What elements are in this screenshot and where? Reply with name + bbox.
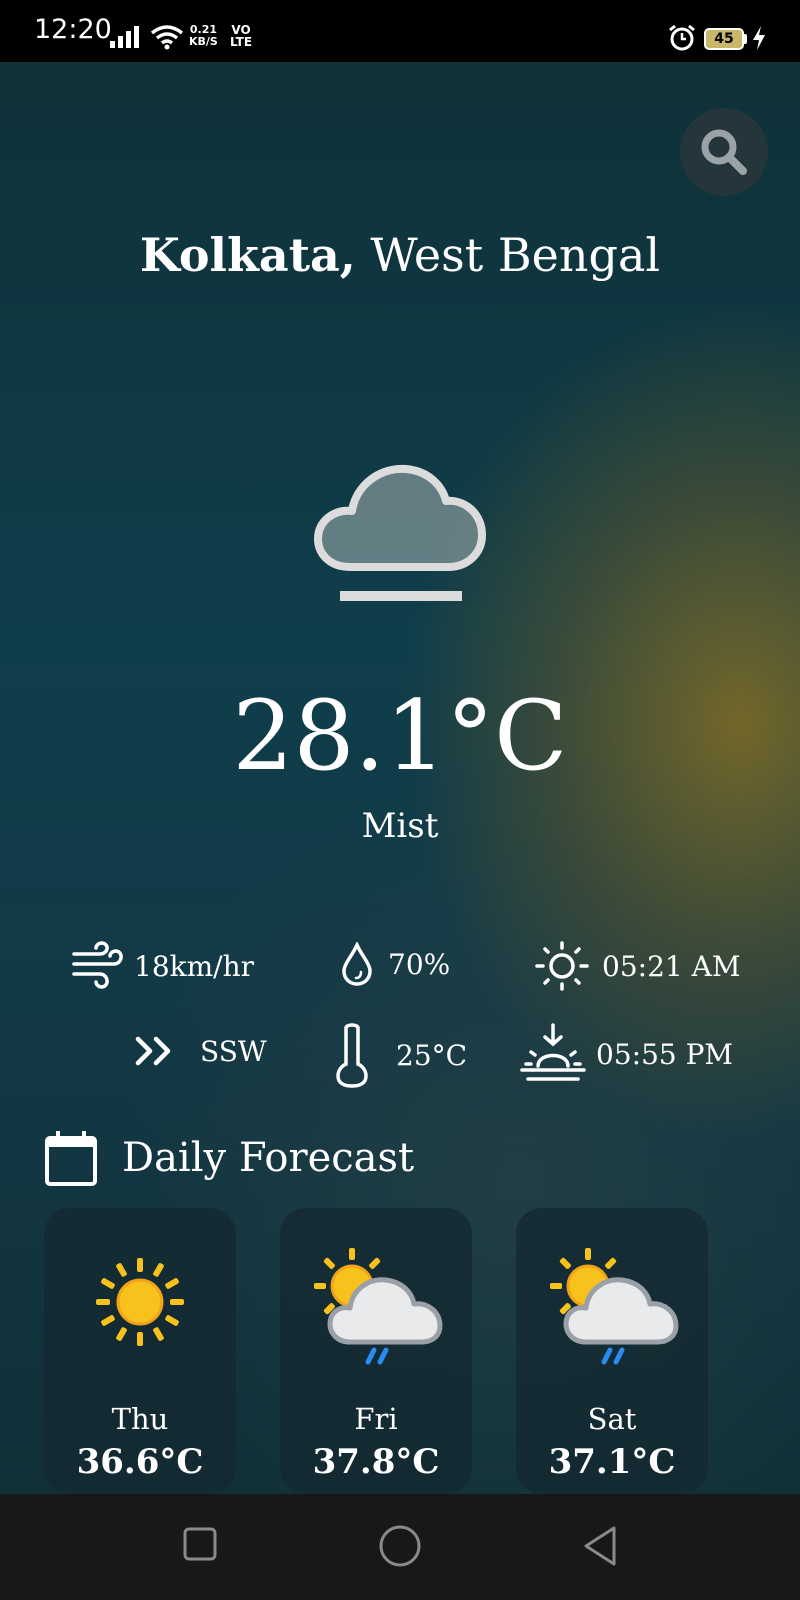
sunrise-time: 05:21 AM [602, 949, 741, 983]
sun-cloud-rain-icon [314, 1248, 443, 1365]
recent-apps-icon[interactable] [182, 1524, 218, 1564]
thermometer-icon [336, 1023, 368, 1088]
location-title: Kolkata, West Bengal [0, 228, 800, 282]
calendar-icon [45, 1131, 97, 1186]
feels-like-stat: 25°C [332, 1022, 467, 1088]
forecast-day: Sat [587, 1402, 637, 1436]
sunset-stat: 05:55 PM [518, 1022, 733, 1086]
humidity-stat: 70% [340, 942, 450, 986]
sun-cloud-rain-icon [550, 1248, 679, 1365]
sun-icon [96, 1258, 184, 1346]
back-icon[interactable] [580, 1524, 620, 1568]
double-chevron-right-icon [135, 1036, 171, 1066]
speed-unit: KB/S [189, 35, 218, 48]
forecast-temp: 37.1°C [548, 1442, 676, 1482]
network-speed: 0.21 KB/S [189, 24, 218, 48]
current-temperature: 28.1°C [232, 680, 568, 792]
volte-bottom: LTE [230, 35, 253, 49]
forecast-card-thu[interactable]: Thu 36.6°C [44, 1208, 236, 1494]
forecast-temp: 37.8°C [312, 1442, 440, 1482]
wind-speed-value: 18km/hr [134, 949, 254, 983]
status-bar: 12:20 0.21 KB/S VO LTE 45 [0, 0, 800, 62]
alarm-icon [669, 24, 695, 51]
sunrise-stat: 05:21 AM [534, 940, 740, 992]
wind-direction-stat: SSW [134, 1034, 267, 1068]
sun-outline-icon [535, 941, 589, 991]
forecast-card-fri[interactable]: Fri 37.8°C [280, 1208, 472, 1494]
humidity-value: 70% [388, 947, 451, 981]
daily-forecast-title: Daily Forecast [122, 1135, 415, 1181]
wind-direction-value: SSW [200, 1034, 267, 1068]
water-drop-icon [342, 942, 372, 986]
forecast-day: Fri [354, 1402, 398, 1436]
wind-speed-stat: 18km/hr [70, 940, 254, 992]
volte-indicator: VO LTE [230, 24, 252, 48]
forecast-day: Thu [111, 1402, 169, 1436]
feels-like-value: 25°C [396, 1038, 468, 1072]
battery-level: 45 [704, 28, 744, 50]
battery-nub [744, 34, 747, 44]
region-name: West Bengal [370, 228, 661, 282]
weather-description: Mist [361, 806, 439, 846]
wifi-icon [150, 25, 184, 50]
search-icon [701, 129, 747, 175]
sunset-time: 05:55 PM [596, 1037, 734, 1071]
forecast-temp: 36.6°C [76, 1442, 204, 1482]
daily-forecast-header: Daily Forecast [44, 1128, 414, 1188]
sunset-icon [520, 1023, 586, 1081]
city-name: Kolkata, [139, 228, 356, 282]
status-time: 12:20 [34, 14, 112, 45]
wind-icon [72, 941, 123, 989]
signal-icon [110, 26, 139, 48]
mist-cloud-icon [314, 464, 486, 601]
navigation-bar [0, 1494, 800, 1600]
home-icon[interactable] [378, 1524, 422, 1568]
charging-bolt-icon [753, 26, 765, 50]
search-button[interactable] [680, 108, 768, 196]
forecast-card-sat[interactable]: Sat 37.1°C [516, 1208, 708, 1494]
